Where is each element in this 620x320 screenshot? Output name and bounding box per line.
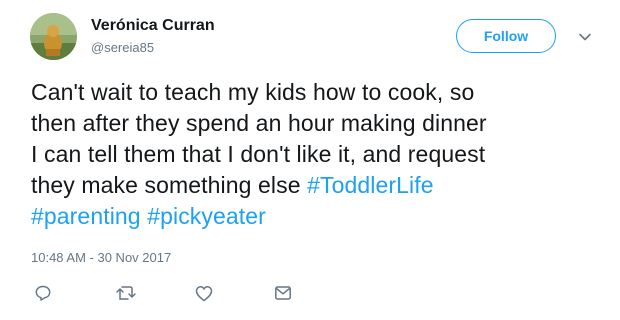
timestamp[interactable]: 10:48 AM - 30 Nov 2017 bbox=[31, 250, 171, 265]
display-name[interactable]: Verónica Curran bbox=[91, 17, 215, 35]
retweet-button[interactable] bbox=[113, 283, 139, 303]
hashtag-link[interactable]: #parenting bbox=[31, 203, 141, 229]
direct-message-button[interactable] bbox=[272, 283, 294, 303]
tweet-text-line: then after they spend an hour making din… bbox=[31, 110, 487, 136]
retweet-icon bbox=[116, 286, 136, 300]
tweet-text-line: they make something else #ToddlerLife bbox=[31, 170, 601, 201]
tweet-text-line: Can't wait to teach my kids how to cook,… bbox=[31, 79, 475, 105]
reply-icon bbox=[35, 285, 51, 301]
username[interactable]: @sereia85 bbox=[91, 40, 154, 55]
envelope-icon bbox=[275, 286, 291, 300]
avatar[interactable] bbox=[30, 13, 77, 60]
follow-button[interactable]: Follow bbox=[456, 19, 556, 53]
tweet-text-fragment: they make something else bbox=[31, 172, 308, 198]
chevron-down-icon[interactable] bbox=[578, 30, 592, 44]
tweet-text: Can't wait to teach my kids how to cook,… bbox=[31, 77, 601, 232]
like-button[interactable] bbox=[193, 283, 215, 303]
avatar-image bbox=[30, 13, 77, 60]
reply-button[interactable] bbox=[32, 283, 54, 303]
hashtag-link[interactable]: #ToddlerLife bbox=[307, 172, 434, 198]
tweet-text-line: I can tell them that I don't like it, an… bbox=[31, 141, 486, 167]
tweet-text-line: #parenting #pickyeater bbox=[31, 201, 601, 232]
hashtag-link[interactable]: #pickyeater bbox=[147, 203, 266, 229]
heart-icon bbox=[195, 285, 213, 301]
tweet-card: Verónica Curran @sereia85 Follow Can't w… bbox=[0, 0, 620, 320]
